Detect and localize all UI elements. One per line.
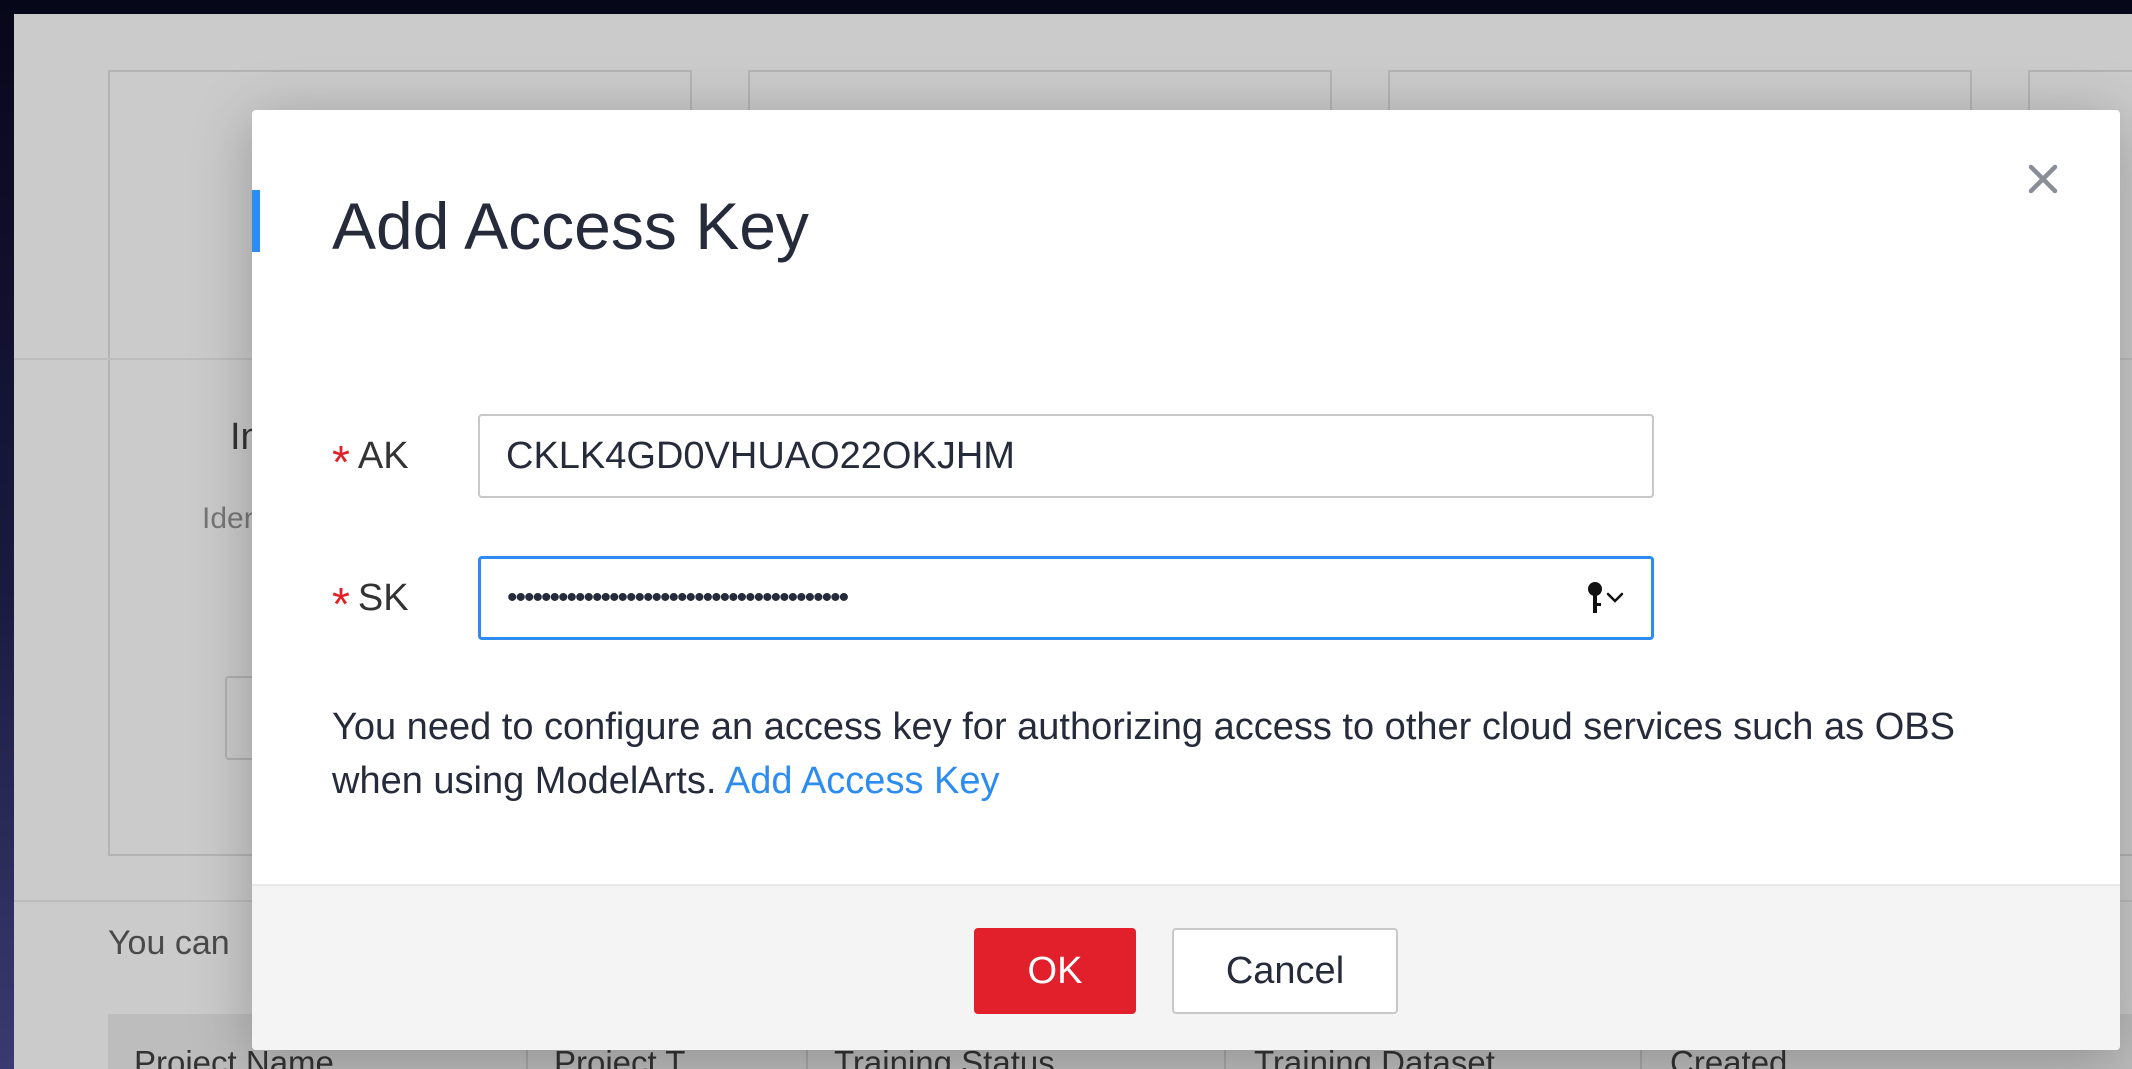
sk-label-group: * SK	[332, 556, 409, 640]
dialog-footer: OK Cancel	[252, 884, 2120, 1050]
access-key-info: You need to configure an access key for …	[332, 700, 2012, 808]
cancel-button[interactable]: Cancel	[1172, 928, 1398, 1014]
sk-label: SK	[357, 576, 409, 619]
password-autofill-button[interactable]	[1587, 581, 1625, 615]
ak-form-row: * AK CKLK4GD0VHUAO22OKJHM	[332, 414, 1752, 498]
sk-form-row: * SK •••••••••••••••••••••••••••••••••••…	[332, 556, 1752, 640]
ak-input[interactable]: CKLK4GD0VHUAO22OKJHM	[478, 414, 1654, 498]
title-accent-bar	[252, 190, 260, 252]
ak-label-group: * AK	[332, 414, 409, 498]
ak-label: AK	[357, 434, 409, 477]
dialog-title: Add Access Key	[332, 189, 809, 263]
info-message: You need to configure an access key for …	[332, 706, 1955, 802]
key-icon	[1588, 582, 1602, 613]
sk-input-masked-value: ••••••••••••••••••••••••••••••••••••••••	[507, 581, 849, 614]
sk-input[interactable]: ••••••••••••••••••••••••••••••••••••••••	[478, 556, 1654, 640]
close-icon	[2028, 164, 2058, 194]
chevron-down-icon	[1606, 592, 1624, 603]
background-hint-text: You can	[108, 924, 230, 962]
ak-input-value: CKLK4GD0VHUAO22OKJHM	[506, 434, 1015, 477]
add-access-key-link[interactable]: Add Access Key	[725, 760, 1000, 802]
add-access-key-dialog: Add Access Key * AK CKLK4GD0VHUAO22OKJHM…	[252, 110, 2120, 1050]
ok-button[interactable]: OK	[974, 928, 1136, 1014]
required-mark: *	[332, 436, 350, 488]
close-button[interactable]	[2018, 154, 2068, 204]
required-mark: *	[332, 578, 350, 630]
